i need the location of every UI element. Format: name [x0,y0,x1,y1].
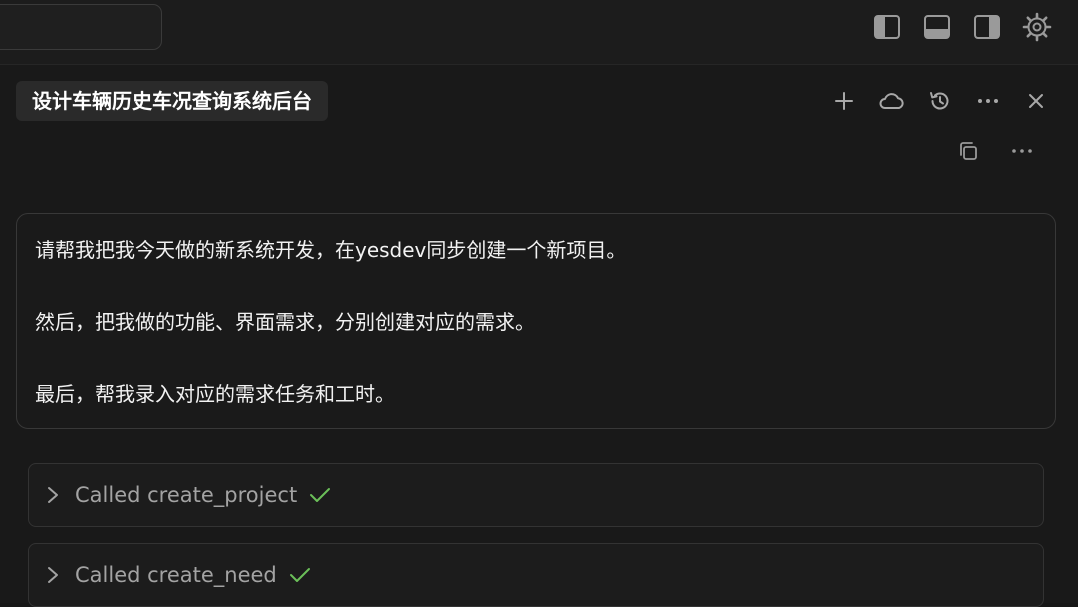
copy-button[interactable] [950,133,986,169]
header-actions [826,83,1054,119]
new-chat-button[interactable] [826,83,862,119]
cloud-button[interactable] [874,83,910,119]
message-line: 最后，帮我录入对应的需求任务和工时。 [35,382,395,406]
toggle-bottom-panel-button[interactable] [920,9,954,45]
layout-controls [870,9,1054,45]
search-box[interactable] [0,4,162,50]
more-options-button[interactable] [970,83,1006,119]
user-message: 请帮我把我今天做的新系统开发，在yesdev同步创建一个新项目。 然后，把我做的… [16,213,1056,429]
message-more-button[interactable] [1004,133,1040,169]
check-icon [289,566,311,584]
toggle-right-sidebar-button[interactable] [970,9,1004,45]
check-icon [309,486,331,504]
message-line: 然后，把我做的功能、界面需求，分别创建对应的需求。 [35,310,535,334]
sidebar-right-icon [974,15,1000,39]
conversation-title[interactable]: 设计车辆历史车况查询系统后台 [16,81,328,121]
history-button[interactable] [922,83,958,119]
chevron-right-icon [47,485,63,505]
gear-icon [1022,12,1052,42]
tool-call-label: Called create_project [75,483,298,507]
history-icon [930,92,949,110]
tool-call-row[interactable]: Called create_need [28,543,1044,607]
sidebar-left-icon [874,15,900,39]
cloud-icon [879,93,904,109]
top-bar [0,0,1078,65]
chat-panel: 设计车辆历史车况查询系统后台 请帮我把我今天做的新系统开发，在yesdev同步创… [0,65,1078,607]
tool-call-label: Called create_need [75,563,277,587]
plus-icon [835,92,853,110]
panel-bottom-icon [924,15,950,39]
settings-button[interactable] [1020,9,1054,45]
close-icon [1029,94,1043,108]
more-icon [978,99,998,103]
toggle-left-sidebar-button[interactable] [870,9,904,45]
message-line: 请帮我把我今天做的新系统开发，在yesdev同步创建一个新项目。 [35,238,627,262]
tool-call-row[interactable]: Called create_project [28,463,1044,527]
chevron-right-icon [47,565,63,585]
more-icon [1012,149,1032,153]
close-button[interactable] [1018,83,1054,119]
message-actions [950,133,1040,169]
copy-icon [960,142,977,160]
